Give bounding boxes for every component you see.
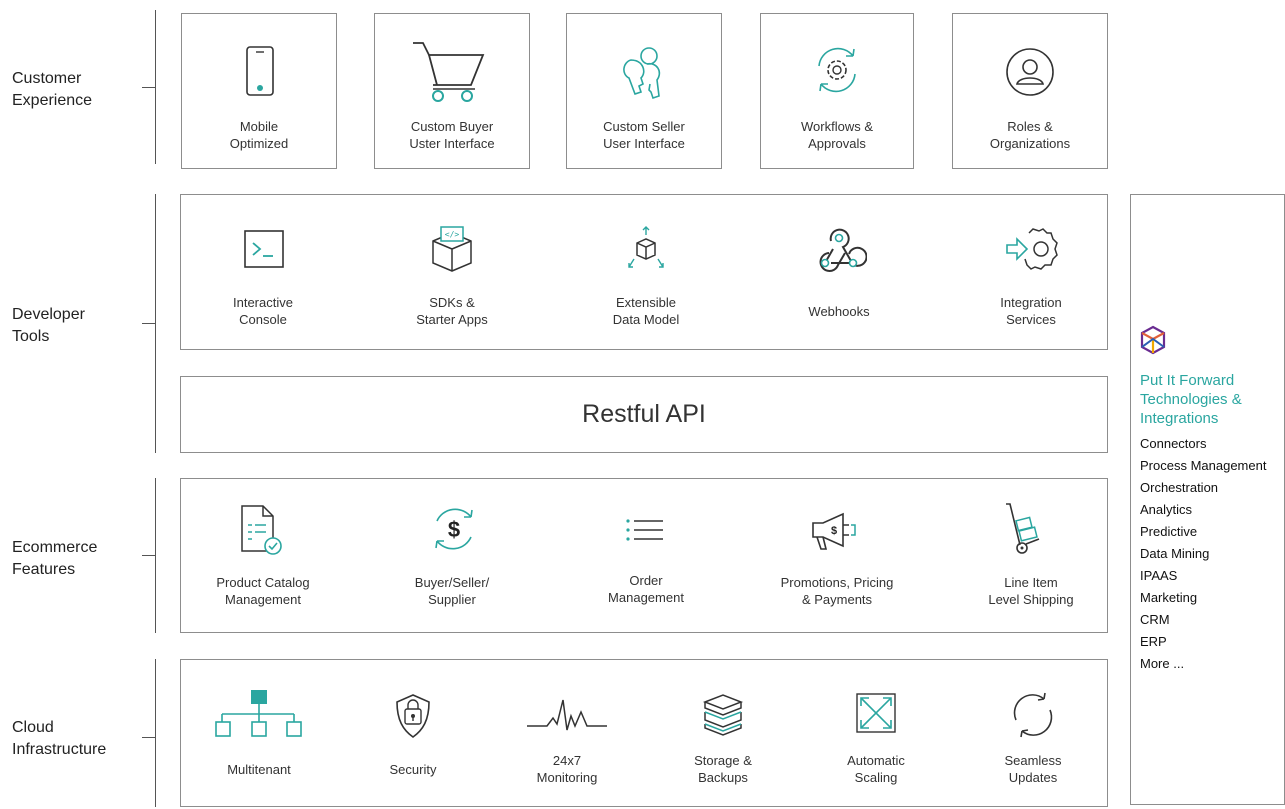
megaphone-icon: $ — [809, 511, 865, 553]
integrations-sidebar: Put It Forward Technologies & Integratio… — [1130, 194, 1285, 805]
integration-gear-icon — [1003, 225, 1059, 273]
more-link[interactable]: More ... — [1140, 653, 1266, 675]
code-box-icon: </> — [427, 225, 477, 273]
layer-label-ecommerce-features: Ecommerce Features — [12, 539, 98, 578]
feature-label: Order Management — [608, 573, 684, 605]
feature-label: Promotions, Pricing & Payments — [780, 575, 894, 607]
pulse-icon — [525, 696, 609, 736]
layer-label-developer-tools: Developer Tools — [12, 306, 85, 345]
list-item: ERP — [1140, 634, 1167, 649]
list-item: Data Mining — [1140, 546, 1210, 561]
list-item: Predictive — [1140, 524, 1198, 539]
list-item: IPAAS — [1140, 568, 1178, 583]
feature-label: Roles & Organizations — [989, 119, 1071, 151]
layer-bracket — [142, 194, 170, 453]
layer-label-customer-experience: Customer Experience — [12, 70, 93, 109]
feature-label: Automatic Scaling — [847, 753, 905, 785]
scaling-arrows-icon — [853, 690, 899, 736]
shopping-cart-icon — [409, 39, 489, 105]
list-icon — [625, 517, 665, 543]
keys-icon — [617, 42, 673, 102]
list-item: Process Management — [1140, 458, 1267, 473]
layer-bracket — [142, 659, 170, 807]
feature-card-mobile: Mobile Optimized — [181, 13, 337, 169]
put-it-forward-logo-icon — [1140, 325, 1166, 357]
integrations-list: Connectors Process Management Orchestrat… — [1140, 433, 1266, 675]
expand-cube-icon — [626, 225, 666, 273]
mobile-phone-icon — [242, 44, 278, 100]
ecommerce-features-panel: Product Catalog Management $ Buyer/Selle… — [180, 478, 1108, 633]
feature-label: Extensible Data Model — [612, 295, 680, 327]
storage-stack-icon — [701, 692, 745, 736]
svg-text:$: $ — [831, 525, 837, 537]
cloud-infrastructure-panel: Multitenant Security 24x7 Monitoring Sto… — [180, 659, 1108, 807]
shield-lock-icon — [391, 692, 435, 740]
feature-label: Multitenant — [227, 762, 291, 777]
developer-tools-panel: Interactive Console </> SDKs & Starter A… — [180, 194, 1108, 350]
list-item: CRM — [1140, 612, 1170, 627]
catalog-document-icon — [239, 503, 287, 559]
list-item: Analytics — [1140, 502, 1193, 517]
restful-api-bar: Restful API — [180, 376, 1108, 453]
feature-label: 24x7 Monitoring — [536, 753, 598, 785]
terminal-icon — [243, 229, 285, 269]
feature-label: Product Catalog Management — [216, 575, 310, 607]
layer-label-cloud-infrastructure: Cloud Infrastructure — [12, 719, 107, 758]
feature-label: Seamless Updates — [1004, 753, 1062, 785]
user-circle-icon — [1004, 46, 1056, 98]
feature-label: Buyer/Seller/ Supplier — [414, 575, 490, 607]
hand-truck-icon — [1003, 501, 1043, 557]
refresh-cycle-icon — [1008, 690, 1058, 740]
feature-card-buyer-ui: Custom Buyer Uster Interface — [374, 13, 530, 169]
hierarchy-icon — [214, 688, 304, 740]
feature-label: Mobile Optimized — [229, 119, 289, 151]
dollar-cycle-icon: $ — [427, 503, 481, 555]
list-item: Orchestration — [1140, 480, 1219, 495]
list-item: Marketing — [1140, 590, 1198, 605]
svg-text:</>: </> — [445, 230, 460, 239]
feature-card-workflows: Workflows & Approvals — [760, 13, 914, 169]
feature-label: SDKs & Starter Apps — [416, 295, 488, 327]
feature-label: Interactive Console — [233, 295, 293, 327]
feature-label: Workflows & Approvals — [801, 119, 873, 151]
feature-label: Custom Seller User Interface — [603, 119, 685, 151]
sidebar-title: Put It Forward Technologies & Integratio… — [1140, 372, 1242, 427]
feature-card-roles: Roles & Organizations — [952, 13, 1108, 169]
feature-label: Custom Buyer Uster Interface — [409, 119, 495, 151]
list-item: Connectors — [1140, 436, 1207, 451]
feature-card-seller-ui: Custom Seller User Interface — [566, 13, 722, 169]
layer-bracket — [142, 478, 170, 633]
feature-label: Integration Services — [1000, 295, 1062, 327]
feature-label: Webhooks — [808, 304, 870, 319]
gear-cycle-icon — [811, 44, 863, 96]
layer-bracket — [142, 10, 170, 164]
svg-text:$: $ — [448, 517, 460, 542]
feature-label: Line Item Level Shipping — [988, 575, 1074, 607]
webhook-icon — [811, 223, 867, 277]
feature-label: Storage & Backups — [694, 753, 752, 785]
feature-label: Security — [389, 762, 437, 777]
